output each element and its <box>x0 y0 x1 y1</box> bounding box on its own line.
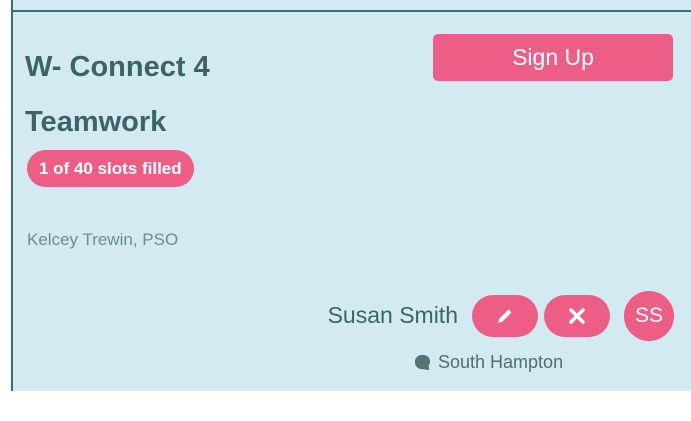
participant-name: Susan Smith <box>327 302 458 328</box>
event-title-line-1: W- Connect 4 <box>25 51 210 83</box>
edit-participant-button[interactable] <box>472 294 538 337</box>
location-label: South Hampton <box>438 352 564 372</box>
x-icon <box>569 307 585 324</box>
sign-up-button[interactable]: Sign Up <box>433 34 673 81</box>
participant-location: South Hampton <box>413 352 563 373</box>
remove-participant-button[interactable] <box>544 294 610 337</box>
card-divider <box>11 10 691 12</box>
participant-row: Susan Smith SS <box>327 290 674 341</box>
speech-bubble-icon <box>414 354 431 371</box>
organizer-name: Kelcey Trewin, PSO <box>27 230 179 249</box>
event-title: W- Connect 4 Teamwork <box>25 40 325 150</box>
page: W- Connect 4 Teamwork Sign Up 1 of 40 sl… <box>0 0 691 421</box>
slots-filled-badge: 1 of 40 slots filled <box>27 150 194 187</box>
avatar: SS <box>624 290 674 341</box>
event-title-line-2: Teamwork <box>25 106 167 138</box>
pencil-icon <box>498 309 512 323</box>
